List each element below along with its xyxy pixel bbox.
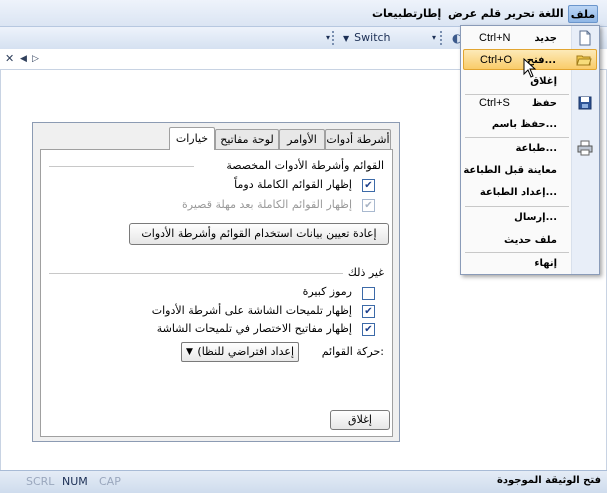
tab-scroll-right-icon[interactable]: ▷ [32,54,39,64]
scroll-lock-indicator: SCRL [26,475,55,488]
switch-theme-button[interactable]: ▼Switch Theme [343,29,431,63]
menu-language[interactable]: اللغة [538,5,564,23]
show-shortcut-keys-checkbox[interactable]: ✔ [362,323,375,336]
shortcut-text: Ctrl+O [480,54,513,66]
save-disk-icon [578,96,592,110]
menu-file[interactable]: ملف [568,5,598,23]
num-lock-indicator: NUM [62,475,88,488]
menu-item-print[interactable]: طباعة... [463,138,597,159]
show-shortcut-keys-label: إظهار مفاتيح الاختصار في تلميحات الشاشة [156,322,352,335]
caps-lock-indicator: CAP [99,475,121,488]
tab-scroll-left-icon[interactable]: ◀ [20,54,27,64]
status-bar: SCRL NUM CAP فتح الوثيقة الموجودة [0,470,607,493]
always-full-menus-checkbox[interactable]: ✔ [362,179,375,192]
section-divider [49,166,194,167]
menu-item-label: جديد [534,33,557,44]
toolbar-options-chevron-icon[interactable]: ▾ [326,29,336,47]
tab-toolbars[interactable]: أشرطة أدوات [325,129,391,149]
show-screentips-label: إظهار تلميحات الشاشة على أشرطة الأدوات [151,304,352,317]
open-folder-icon [576,55,592,66]
mouse-pointer-icon [523,58,537,78]
options-panel: القوائم وأشرطة الأدوات المخصصة إظهار الق… [40,149,393,437]
customize-options-window: أشرطة أدوات الأوامر لوحة مفاتيح خيارات ا… [32,122,400,442]
menu-apps[interactable]: تطبيعات [372,5,417,23]
menu-item-save[interactable]: Ctrl+S حفظ [463,93,597,114]
tab-commands[interactable]: الأوامر [279,129,325,149]
toolbar-options-chevron-icon[interactable]: ▾ [432,29,442,47]
menu-item-label: ملف حديث [504,235,557,246]
menu-item-send[interactable]: إرسال... [463,207,597,228]
tab-keyboard[interactable]: لوحة مفاتيح [215,129,279,149]
menu-item-label: إرسال... [514,212,557,223]
large-icons-checkbox[interactable] [362,287,375,300]
new-document-icon [579,30,591,46]
reset-usage-data-button[interactable]: إعادة تعيين بيانات استخدام القوائم وأشرط… [129,223,389,245]
dropdown-arrow-icon: ▼ [343,34,350,43]
menu-bar: ملف اللغة تحرير قلم عرض إطار تطبيعات [0,0,607,27]
menu-item-label: حفظ باسم... [491,119,557,130]
show-screentips-checkbox[interactable]: ✔ [362,305,375,318]
menu-item-exit[interactable]: إنهاء [463,253,597,274]
menu-item-label: حفظ [531,98,557,109]
shortcut-text: Ctrl+S [479,97,510,109]
menu-item-label: إعداد الطباعة... [479,187,557,198]
menu-item-print-setup[interactable]: إعداد الطباعة... [463,182,597,203]
shortcut-text: Ctrl+N [479,32,511,44]
menu-item-label: طباعة... [515,143,557,154]
menu-view[interactable]: عرض [448,5,477,23]
menu-window[interactable]: إطار [416,5,442,23]
menu-item-new[interactable]: Ctrl+N جديد [463,28,597,49]
close-dialog-button[interactable]: إغلاق [330,410,390,430]
tab-options[interactable]: خيارات [169,127,215,150]
section-heading-menus: القوائم وأشرطة الأدوات المخصصة [226,159,384,172]
section-heading-other: غير ذلك [347,266,384,279]
menu-edit[interactable]: تحرير [505,5,535,23]
full-menus-delay-label: إظهار القوائم الكاملة بعد مهلة قصيرة [182,198,352,211]
close-icon[interactable]: ✕ [5,52,14,65]
menu-animation-value: (إعداد افتراضي للنظا [197,345,294,358]
menu-pen[interactable]: قلم [480,5,502,23]
menu-item-label: معاينة قبل الطباعة [463,165,557,176]
large-icons-label: رموز كبيرة [302,285,352,298]
menu-item-label: إنهاء [534,258,557,269]
menu-item-save-as[interactable]: حفظ باسم... [463,114,597,135]
always-full-menus-label: إظهار القوائم الكاملة دوماً [234,178,352,191]
section-divider [49,273,343,274]
status-message: فتح الوثيقة الموجودة [496,475,601,486]
menu-item-recent-file[interactable]: ملف حديث [463,230,597,251]
menu-item-print-preview[interactable]: معاينة قبل الطباعة [463,160,597,181]
full-menus-delay-checkbox[interactable]: ✔ [362,199,375,212]
menu-animation-select[interactable]: (إعداد افتراضي للنظا ▼ [181,342,299,362]
dropdown-arrow-icon: ▼ [186,347,193,357]
printer-icon [577,140,593,156]
menu-animation-label: حركة القوائم: [321,345,384,358]
